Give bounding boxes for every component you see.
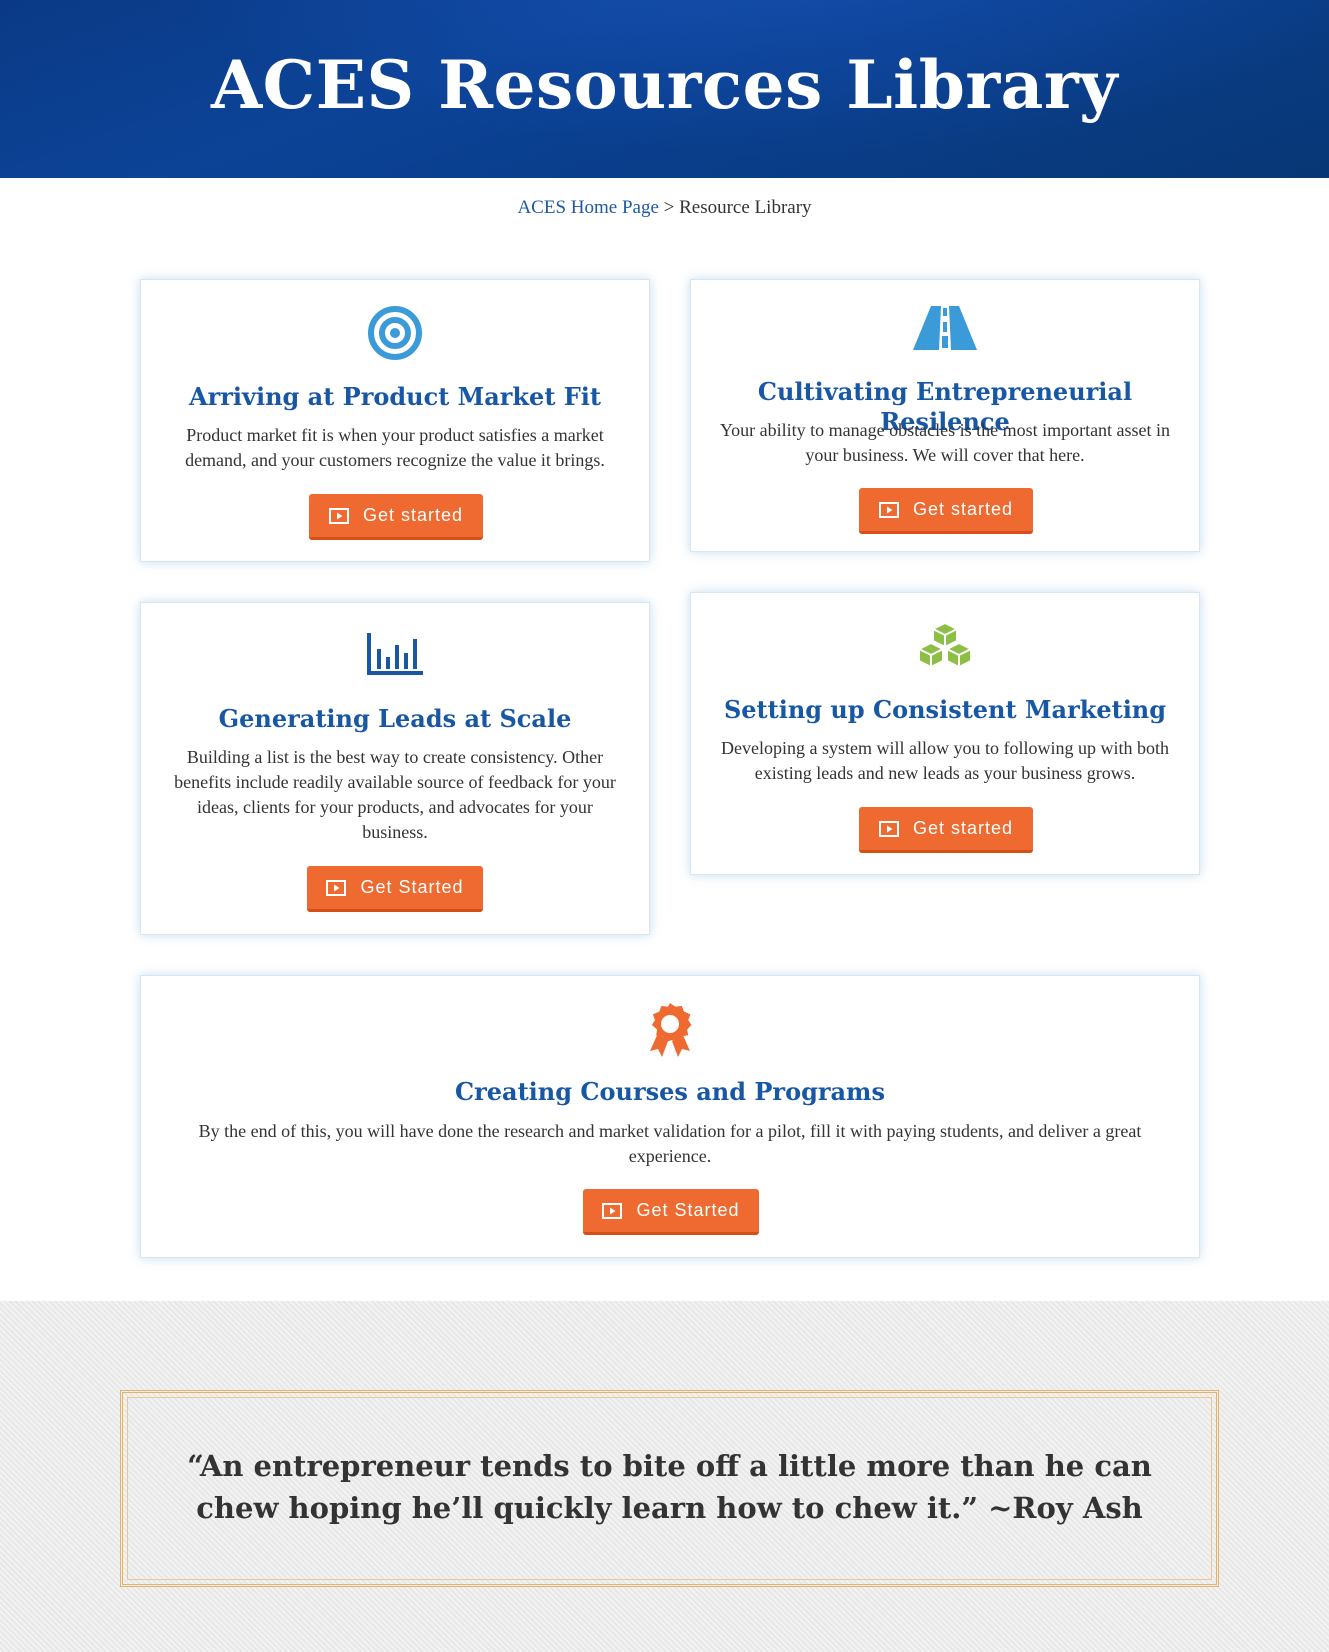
breadcrumb-current: Resource Library (679, 197, 812, 218)
page-title: ACES Resources Library (210, 46, 1119, 124)
card-title: Generating Leads at Scale (218, 704, 572, 733)
target-icon-wrap (141, 305, 649, 361)
award-ribbon-icon (650, 1003, 692, 1057)
quote-text: “An entrepreneur tends to bite off a lit… (187, 1449, 1152, 1525)
get-started-button[interactable]: Get Started (307, 866, 483, 912)
resource-card-consistent-marketing: Setting up Consistent Marketing Developi… (690, 592, 1200, 875)
target-icon (368, 306, 422, 360)
quote-section: “An entrepreneur tends to bite off a lit… (0, 1301, 1329, 1652)
card-description: Building a list is the best way to creat… (174, 747, 616, 842)
play-video-icon (328, 507, 349, 524)
bar-chart-icon (367, 633, 423, 675)
play-video-icon (878, 501, 899, 518)
bar-chart-icon-wrap (141, 633, 649, 675)
breadcrumb-home-link[interactable]: ACES Home Page (517, 197, 658, 218)
get-started-button[interactable]: Get started (309, 494, 483, 540)
card-title: Creating Courses and Programs (455, 1077, 885, 1106)
button-label: Get started (912, 499, 1014, 519)
cubes-icon (918, 622, 972, 668)
card-description: Product market fit is when your product … (185, 425, 605, 470)
get-started-button[interactable]: Get started (859, 488, 1033, 534)
play-video-icon (878, 820, 899, 837)
road-icon (913, 306, 977, 350)
resource-card-courses-and-programs: Creating Courses and Programs By the end… (140, 975, 1200, 1258)
card-description: Developing a system will allow you to fo… (721, 738, 1169, 783)
cubes-icon-wrap (691, 621, 1199, 669)
button-label: Get started (362, 505, 464, 525)
resource-card-entrepreneurial-resilience: Cultivating Entrepreneurial Resilence Yo… (690, 279, 1200, 552)
road-icon-wrap (691, 306, 1199, 350)
play-video-icon (602, 1202, 623, 1219)
breadcrumb: ACES Home Page > Resource Library (0, 197, 1329, 219)
card-description: By the end of this, you will have done t… (198, 1121, 1142, 1166)
play-video-icon (326, 879, 347, 896)
quote-box: “An entrepreneur tends to bite off a lit… (120, 1390, 1219, 1587)
card-description: Your ability to manage obstacles is the … (719, 420, 1171, 465)
award-ribbon-icon-wrap (141, 1003, 1199, 1057)
card-title: Arriving at Product Market Fit (189, 382, 601, 411)
button-label: Get Started (636, 1200, 740, 1220)
card-title: Setting up Consistent Marketing (723, 695, 1167, 724)
button-label: Get started (912, 818, 1014, 838)
button-label: Get Started (360, 877, 464, 897)
get-started-button[interactable]: Get Started (583, 1189, 759, 1235)
resource-card-generating-leads: Generating Leads at Scale Building a lis… (140, 602, 650, 935)
breadcrumb-separator: > (663, 197, 675, 218)
resource-card-product-market-fit: Arriving at Product Market Fit Product m… (140, 279, 650, 562)
hero-header: ACES Resources Library (0, 0, 1329, 178)
get-started-button[interactable]: Get started (859, 807, 1033, 853)
